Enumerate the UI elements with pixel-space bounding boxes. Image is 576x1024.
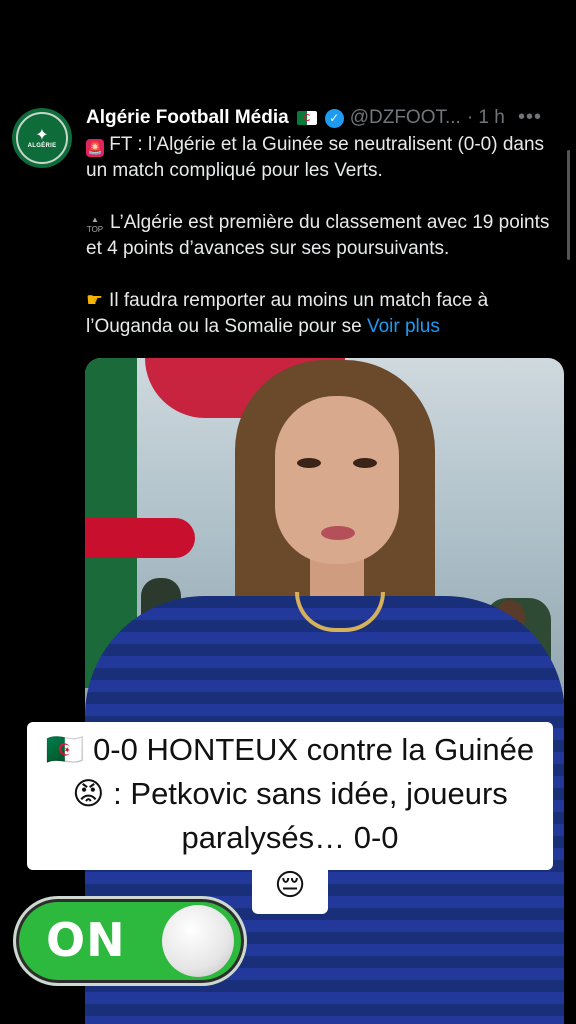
tweet-text: 🚨 FT : l’Algérie et la Guinée se neutral… bbox=[86, 132, 556, 340]
toggle-knob[interactable] bbox=[162, 905, 234, 977]
pointing-hand-icon: ☛ bbox=[86, 290, 104, 311]
presenter-eye-left bbox=[297, 458, 321, 468]
algeria-flag-icon bbox=[296, 111, 317, 125]
on-toggle[interactable]: ON bbox=[13, 896, 247, 986]
avatar[interactable]: ✦ ALGÉRIE bbox=[12, 108, 72, 168]
tweet-line-2: L’Algérie est première du classement ave… bbox=[86, 212, 550, 259]
author-handle[interactable]: @DZFOOT... bbox=[350, 107, 461, 129]
see-more-link[interactable]: Voir plus bbox=[367, 316, 440, 337]
video-caption: 🇩🇿 0-0 HONTEUX contre la Guinée 😡 : Petk… bbox=[27, 722, 553, 870]
more-options-icon[interactable]: ••• bbox=[518, 106, 542, 129]
presenter-face bbox=[275, 396, 399, 564]
avatar-text: ALGÉRIE bbox=[27, 143, 57, 149]
top-arrow-icon: ▲ TOP bbox=[86, 215, 104, 234]
toggle-label: ON bbox=[46, 913, 126, 967]
presenter-mouth bbox=[321, 526, 355, 540]
tweet-header: Algérie Football Média ✓ @DZFOOT... · 1 … bbox=[86, 106, 556, 130]
tweet-paragraph-2: ▲ TOP L’Algérie est première du classement… bbox=[86, 210, 556, 262]
tweet-time[interactable]: · 1 h bbox=[467, 107, 505, 129]
siren-icon: 🚨 bbox=[86, 139, 104, 157]
scroll-indicator[interactable] bbox=[567, 150, 570, 260]
eagle-icon: ✦ bbox=[35, 125, 49, 144]
presenter-eye-right bbox=[353, 458, 377, 468]
verified-badge-icon: ✓ bbox=[324, 108, 344, 128]
author-name[interactable]: Algérie Football Média bbox=[86, 107, 289, 129]
tweet-paragraph-1: 🚨 FT : l’Algérie et la Guinée se neutral… bbox=[86, 132, 556, 184]
video-caption-tail: 😔 bbox=[252, 866, 328, 914]
tweet-line-1: FT : l’Algérie et la Guinée se neutralis… bbox=[86, 134, 545, 181]
avatar-logo: ✦ ALGÉRIE bbox=[16, 112, 68, 164]
tweet-paragraph-3: ☛ Il faudra remporter au moins un match f… bbox=[86, 288, 556, 340]
